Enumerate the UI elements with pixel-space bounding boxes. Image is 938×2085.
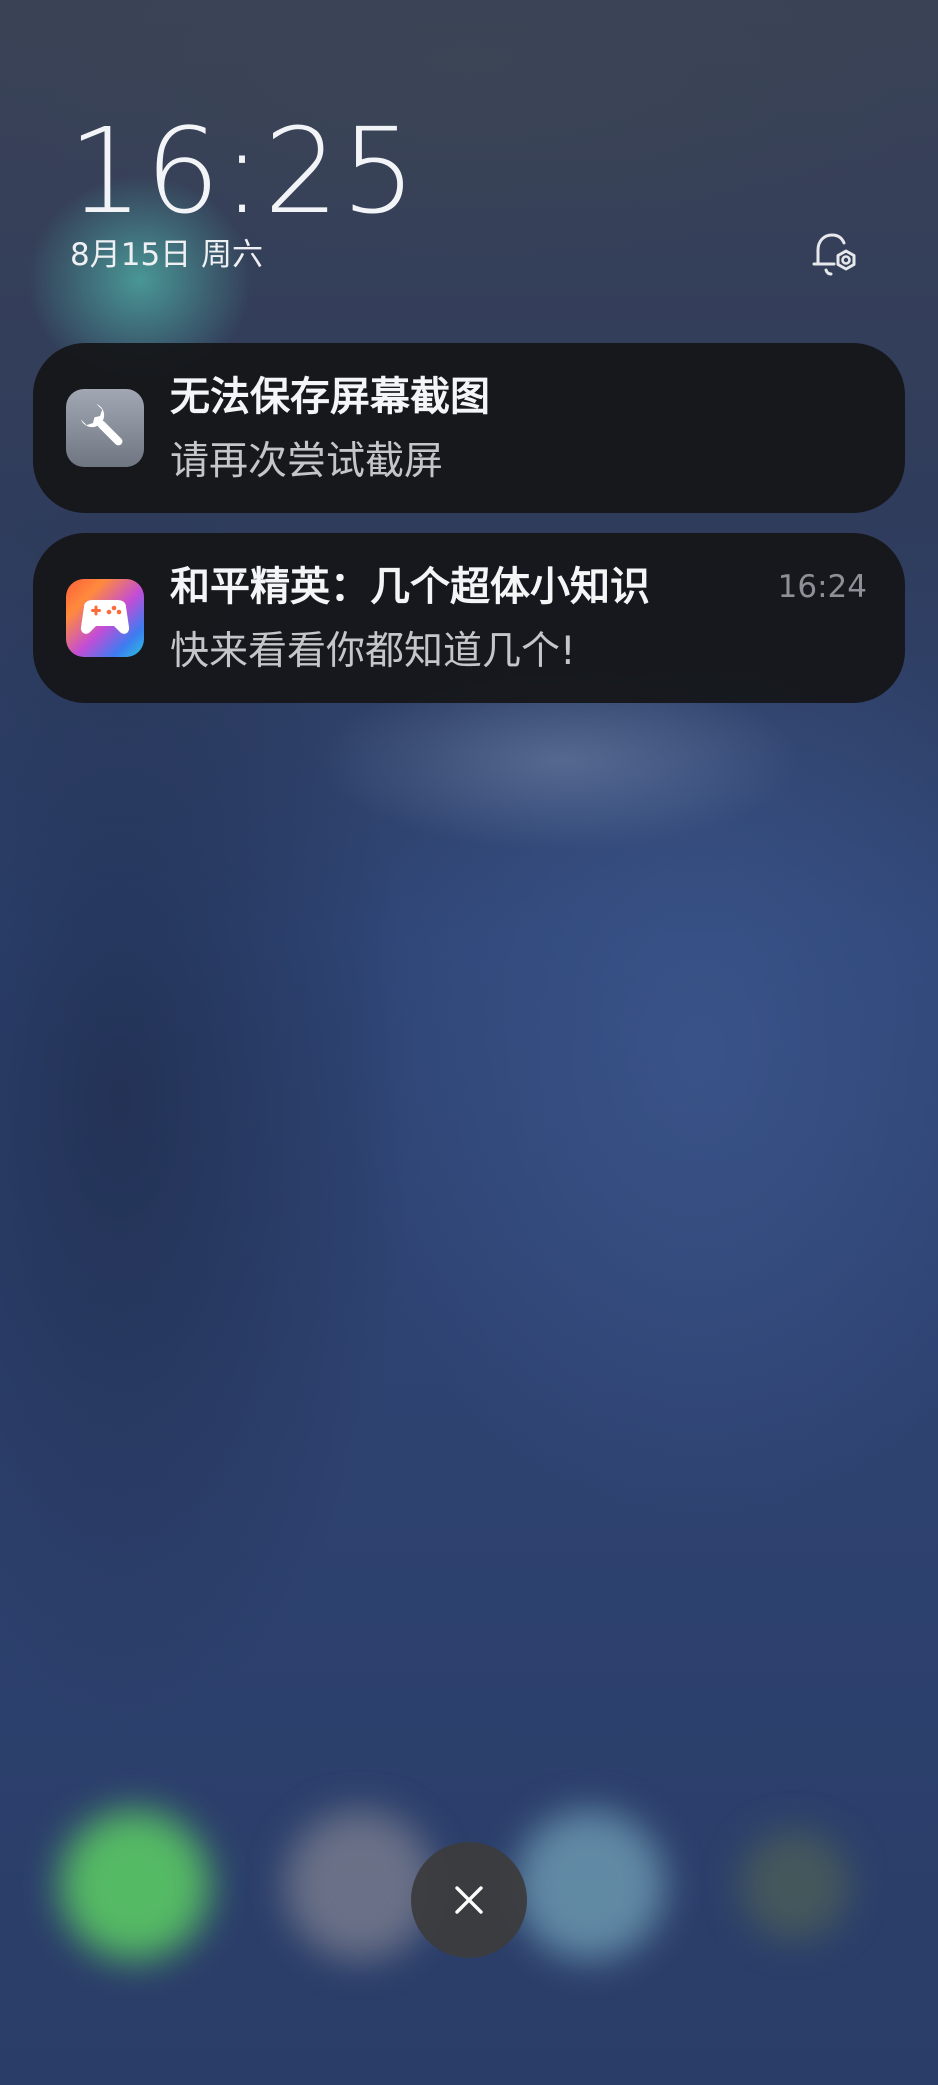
dock-app-blur xyxy=(515,1810,665,1960)
notification-card[interactable]: 和平精英：几个超体小知识 16:24 快来看看你都知道几个! xyxy=(33,533,905,703)
close-icon xyxy=(455,1886,483,1914)
notification-body: 请再次尝试截屏 xyxy=(170,439,444,484)
notification-body: 快来看看你都知道几个! xyxy=(170,629,576,674)
wallpaper-backdrop xyxy=(0,0,938,2085)
gamepad-icon xyxy=(66,579,144,657)
clock: 16:25 xyxy=(68,102,419,240)
bell-gear-icon[interactable] xyxy=(806,226,862,282)
notification-card[interactable]: 无法保存屏幕截图 请再次尝试截屏 xyxy=(33,343,905,513)
notification-title: 无法保存屏幕截图 xyxy=(170,374,490,420)
wrench-icon xyxy=(66,389,144,467)
notification-title: 和平精英：几个超体小知识 xyxy=(170,564,650,610)
clear-all-button[interactable] xyxy=(411,1842,527,1958)
dock-app-blur xyxy=(60,1810,210,1960)
dock-app-blur xyxy=(740,1830,850,1940)
notification-time: 16:24 xyxy=(777,569,867,605)
date-label: 8月15日 周六 xyxy=(70,237,264,273)
